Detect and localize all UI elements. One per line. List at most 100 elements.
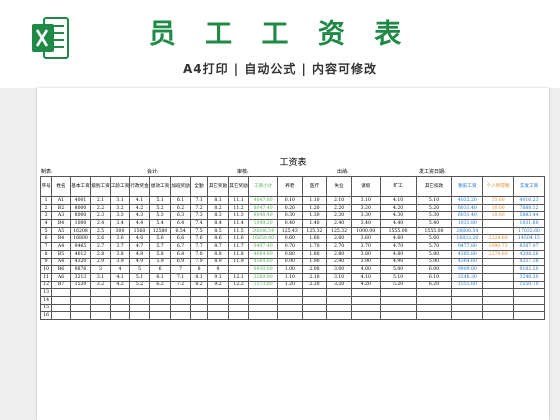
table-cell[interactable]: 9909.00 — [451, 265, 484, 274]
table-cell[interactable]: 3.8 — [109, 249, 131, 259]
table-cell[interactable] — [350, 311, 381, 320]
table-cell[interactable]: 4 — [39, 219, 53, 228]
table-cell[interactable]: 3 — [39, 211, 53, 221]
table-cell[interactable] — [189, 303, 209, 313]
table-cell[interactable]: 2.3 — [90, 211, 111, 221]
table-cell[interactable]: 300 — [109, 226, 131, 236]
table-cell[interactable]: 6.2 — [148, 280, 172, 290]
table-cell[interactable]: 1.00 — [277, 265, 303, 274]
table-cell[interactable]: 11.2 — [227, 203, 250, 213]
table-cell[interactable] — [326, 303, 352, 313]
table-cell[interactable]: 5.90 — [415, 257, 453, 267]
table-cell[interactable]: 2.9 — [90, 257, 111, 267]
table-cell[interactable]: 2.80 — [326, 249, 352, 259]
table-cell[interactable]: 4364.60 — [248, 257, 279, 267]
table-cell[interactable] — [129, 288, 150, 297]
table-cell[interactable]: 4.00 — [350, 265, 381, 274]
table-cell[interactable]: 4208.26 — [513, 249, 545, 259]
table-cell[interactable]: 5.2 — [129, 280, 150, 290]
table-cell[interactable]: 6.6 — [170, 234, 191, 244]
table-cell[interactable]: B5 — [51, 249, 71, 259]
table-cell[interactable]: 7.1 — [170, 272, 191, 282]
table-cell[interactable]: 1.20 — [277, 280, 303, 290]
table-cell[interactable]: 2.70 — [326, 242, 352, 251]
table-cell[interactable]: 1555.00 — [379, 226, 417, 236]
table-cell[interactable]: 2.00 — [301, 265, 328, 274]
table-cell[interactable]: 8387.07 — [513, 242, 545, 251]
table-cell[interactable]: 5 — [39, 226, 53, 236]
table-cell[interactable] — [148, 311, 172, 320]
table-cell[interactable]: 4.20 — [350, 280, 381, 290]
table-cell[interactable]: 7.3 — [189, 211, 209, 221]
table-cell[interactable] — [148, 288, 172, 297]
table-cell[interactable]: 9465 — [69, 242, 92, 251]
table-cell[interactable]: 2278.60 — [482, 249, 515, 259]
table-cell[interactable]: 8000 — [69, 203, 92, 213]
table-cell[interactable]: 5.30 — [415, 211, 453, 221]
table-cell[interactable]: 2.6 — [90, 234, 111, 244]
table-cell[interactable]: 6031.40 — [451, 211, 484, 221]
table-cell[interactable]: 2.2 — [90, 203, 111, 213]
table-cell[interactable]: 12 — [39, 280, 53, 290]
table-cell[interactable]: 4364.60 — [451, 257, 484, 267]
table-cell[interactable] — [109, 311, 131, 320]
table-cell[interactable]: 13 — [39, 288, 53, 297]
table-cell[interactable]: 7.4 — [189, 219, 209, 228]
table-cell[interactable] — [379, 295, 417, 305]
table-cell[interactable]: 5.10 — [415, 196, 453, 205]
table-cell[interactable]: 9.1 — [207, 272, 229, 282]
table-cell[interactable]: 5 — [129, 265, 150, 274]
table-cell[interactable]: 3.90 — [350, 257, 381, 267]
table-cell[interactable]: 1000.00 — [350, 226, 381, 236]
table-cell[interactable] — [482, 272, 515, 282]
table-cell[interactable]: 8.9 — [207, 257, 229, 267]
table-cell[interactable]: 3.60 — [350, 234, 381, 244]
table-cell[interactable]: 3.80 — [350, 249, 381, 259]
table-cell[interactable]: 5.80 — [415, 249, 453, 259]
table-cell[interactable] — [301, 303, 328, 313]
table-cell[interactable]: 8.6 — [207, 234, 229, 244]
table-cell[interactable]: 3.6 — [109, 234, 131, 244]
table-cell[interactable] — [189, 288, 209, 297]
table-cell[interactable]: 4.7 — [129, 242, 150, 251]
table-cell[interactable] — [482, 288, 515, 297]
table-cell[interactable]: 16800 — [69, 234, 92, 244]
table-cell[interactable] — [482, 257, 515, 267]
table-cell[interactable]: 0.80 — [277, 249, 303, 259]
table-cell[interactable] — [129, 303, 150, 313]
table-cell[interactable]: 7888.12 — [513, 203, 545, 213]
table-cell[interactable]: 7 — [170, 265, 191, 274]
table-cell[interactable]: 5883.44 — [513, 211, 545, 221]
table-cell[interactable]: 4.30 — [379, 211, 417, 221]
table-cell[interactable]: 8.8 — [207, 249, 229, 259]
table-cell[interactable]: 2.90 — [326, 257, 352, 267]
table-cell[interactable]: 3.4 — [109, 219, 131, 228]
table-cell[interactable]: 15 — [39, 303, 53, 313]
table-cell[interactable]: 12580 — [148, 226, 172, 236]
table-cell[interactable]: 2.30 — [326, 211, 352, 221]
table-cell[interactable]: 1 — [39, 196, 53, 205]
table-cell[interactable]: 2.20 — [301, 280, 328, 290]
table-cell[interactable] — [109, 295, 131, 305]
table-cell[interactable]: 8.7 — [207, 242, 229, 251]
table-cell[interactable] — [227, 265, 250, 274]
table-cell[interactable]: 8.1 — [189, 272, 209, 282]
table-cell[interactable] — [207, 311, 229, 320]
table-cell[interactable] — [326, 288, 352, 297]
table-cell[interactable] — [51, 295, 71, 305]
table-cell[interactable]: 6.00 — [415, 265, 453, 274]
table-cell[interactable]: 8031.40 — [451, 203, 484, 213]
table-cell[interactable] — [189, 311, 209, 320]
table-cell[interactable]: 3.40 — [350, 219, 381, 228]
table-cell[interactable]: 5.70 — [415, 242, 453, 251]
table-cell[interactable]: 3.10 — [350, 196, 381, 205]
table-cell[interactable]: 1031.80 — [513, 219, 545, 228]
table-cell[interactable]: 8 — [189, 265, 209, 274]
table-cell[interactable]: 3.10 — [326, 272, 352, 282]
table-cell[interactable]: 4.9 — [129, 257, 150, 267]
table-cell[interactable]: 16.00 — [482, 203, 515, 213]
table-cell[interactable] — [451, 288, 484, 297]
table-cell[interactable]: 1.70 — [301, 242, 328, 251]
table-cell[interactable]: 11.7 — [227, 242, 250, 251]
table-cell[interactable] — [301, 288, 328, 297]
